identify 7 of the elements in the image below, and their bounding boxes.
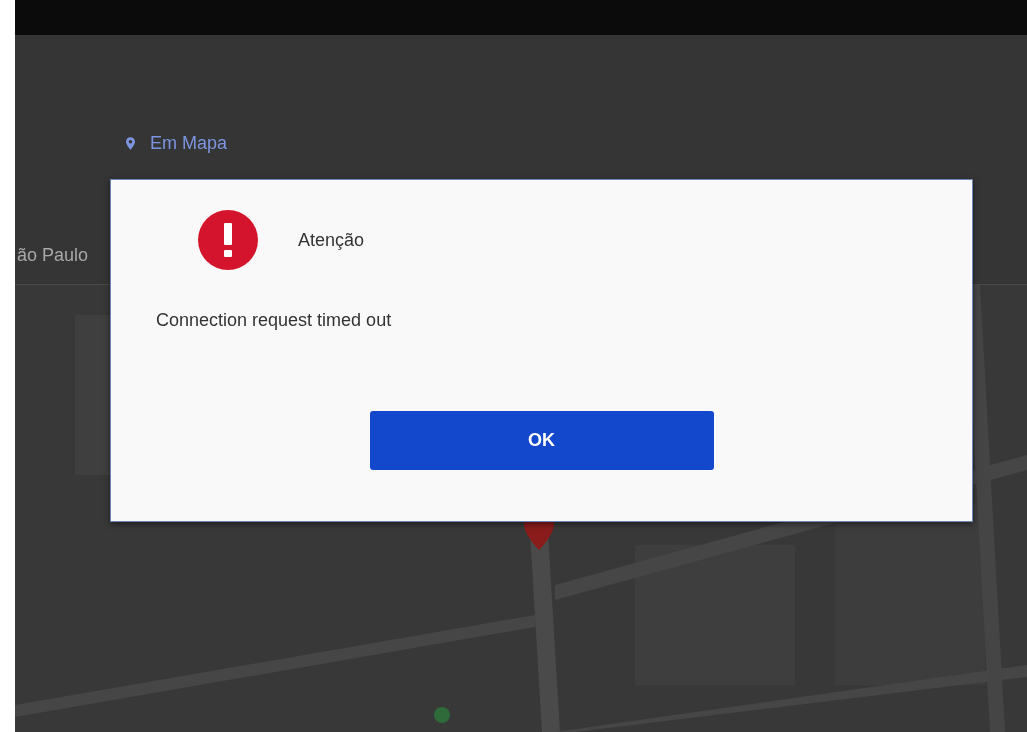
pin-icon: [126, 137, 135, 150]
location-text: ão Paulo: [17, 245, 89, 266]
dialog-message: Connection request timed out: [156, 310, 393, 331]
ok-button[interactable]: OK: [369, 411, 714, 470]
map-link[interactable]: Em Mapa: [126, 133, 228, 154]
dialog-title: Atenção: [298, 229, 365, 251]
alert-icon: [198, 210, 258, 270]
